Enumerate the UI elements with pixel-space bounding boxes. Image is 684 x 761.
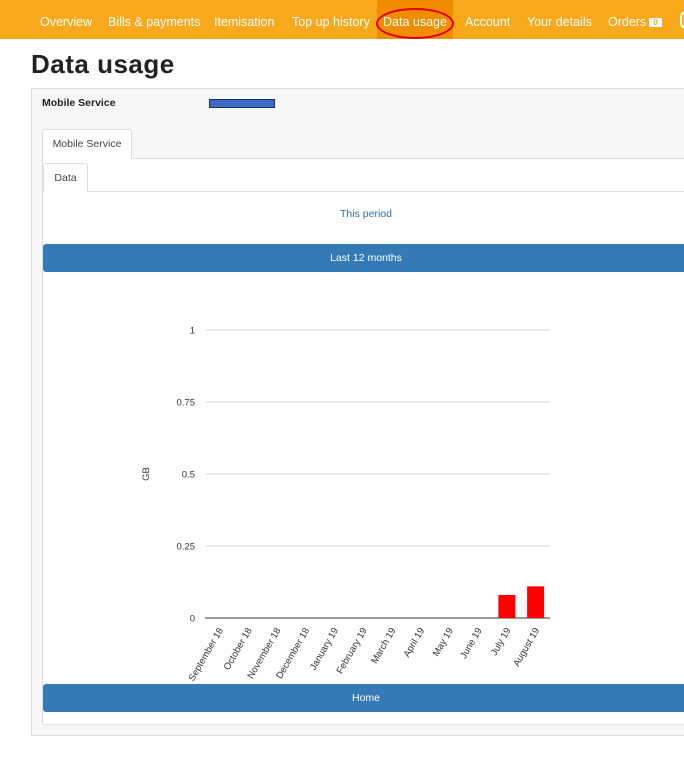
- usage-chart: 00.250.50.751GBSeptember 18October 18Nov…: [141, 326, 550, 683]
- y-tick-label: 1: [190, 326, 195, 337]
- home-button[interactable]: Home: [43, 684, 684, 712]
- x-tick-label: August 19: [511, 626, 542, 669]
- x-tick-label: February 19: [335, 626, 370, 676]
- y-tick-label: 0.5: [182, 470, 195, 481]
- y-tick-label: 0.75: [177, 398, 196, 409]
- x-tick-label: October 18: [222, 626, 255, 672]
- y-axis-label: GB: [141, 467, 152, 481]
- x-tick-label: September 18: [187, 626, 226, 683]
- x-tick-label: June 19: [458, 626, 484, 661]
- x-tick-label: January 19: [308, 626, 341, 672]
- y-tick-label: 0.25: [177, 542, 196, 553]
- x-tick-label: May 19: [431, 626, 456, 658]
- y-tick-label: 0: [190, 614, 195, 625]
- x-tick-label: March 19: [369, 626, 398, 666]
- x-tick-label: July 19: [489, 626, 514, 658]
- x-tick-label: April 19: [402, 626, 428, 659]
- bar-august-19: [527, 586, 545, 618]
- bar-july-19: [498, 594, 516, 618]
